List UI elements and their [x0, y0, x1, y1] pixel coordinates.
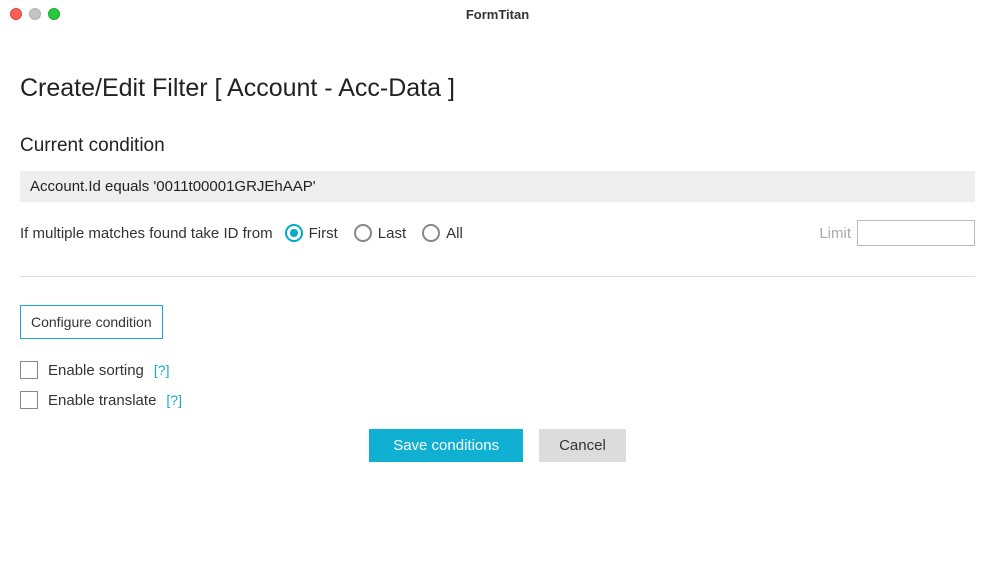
window-maximize-button[interactable] — [48, 8, 60, 20]
traffic-lights — [10, 8, 60, 20]
titlebar: FormTitan — [0, 0, 995, 28]
window-minimize-button[interactable] — [29, 8, 41, 20]
enable-sorting-checkbox[interactable] — [20, 361, 38, 379]
enable-sorting-label: Enable sorting — [48, 362, 144, 379]
radio-all[interactable]: All — [422, 224, 463, 242]
configure-condition-button[interactable]: Configure condition — [20, 305, 163, 339]
enable-sorting-row: Enable sorting [?] — [20, 361, 975, 379]
page-title: Create/Edit Filter [ Account - Acc-Data … — [20, 74, 975, 103]
match-label: If multiple matches found take ID from — [20, 225, 273, 242]
radio-first[interactable]: First — [285, 224, 338, 242]
radio-circle-icon — [422, 224, 440, 242]
save-conditions-button[interactable]: Save conditions — [369, 429, 523, 462]
radio-all-label: All — [446, 225, 463, 242]
current-condition-label: Current condition — [20, 135, 975, 157]
enable-translate-label: Enable translate — [48, 392, 156, 409]
current-condition-value: Account.Id equals '0011t00001GRJEhAAP' — [20, 171, 975, 202]
radio-last[interactable]: Last — [354, 224, 406, 242]
content: Create/Edit Filter [ Account - Acc-Data … — [0, 28, 995, 462]
limit-group: Limit — [819, 220, 975, 246]
match-row: If multiple matches found take ID from F… — [20, 220, 975, 246]
limit-label: Limit — [819, 225, 851, 242]
window-close-button[interactable] — [10, 8, 22, 20]
limit-input[interactable] — [857, 220, 975, 246]
button-row: Save conditions Cancel — [20, 429, 975, 462]
enable-translate-checkbox[interactable] — [20, 391, 38, 409]
window-title: FormTitan — [0, 7, 995, 22]
cancel-button[interactable]: Cancel — [539, 429, 626, 462]
enable-translate-row: Enable translate [?] — [20, 391, 975, 409]
radio-circle-icon — [285, 224, 303, 242]
radio-last-label: Last — [378, 225, 406, 242]
radio-first-label: First — [309, 225, 338, 242]
radio-circle-icon — [354, 224, 372, 242]
translate-help-link[interactable]: [?] — [166, 392, 182, 408]
sorting-help-link[interactable]: [?] — [154, 362, 170, 378]
match-radio-group: First Last All — [285, 224, 463, 242]
divider — [20, 276, 975, 277]
